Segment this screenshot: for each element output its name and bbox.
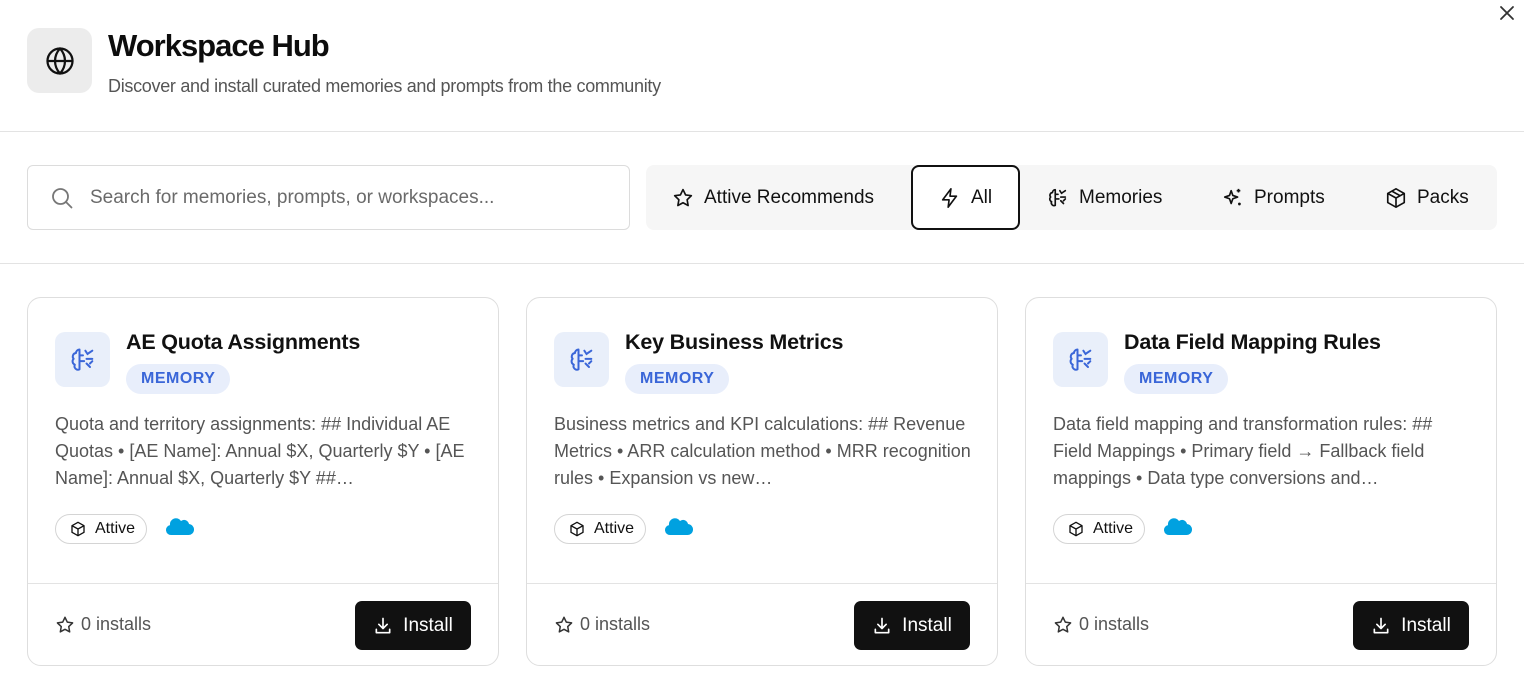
tab-label: All — [971, 186, 993, 208]
download-icon — [375, 617, 391, 633]
source-chip: Attive — [554, 514, 647, 544]
filter-tabs: Attive Recommends All Memories Prompts P… — [646, 165, 1497, 230]
toolbar: Attive Recommends All Memories Prompts P… — [0, 133, 1524, 264]
tab-label: Attive Recommends — [704, 186, 875, 208]
star-icon — [673, 188, 693, 206]
install-count-label: 0 installs — [81, 614, 152, 634]
salesforce-cloud-icon — [166, 518, 194, 536]
tab-packs[interactable]: Packs — [1385, 165, 1469, 230]
card-footer: 0 installs Install — [1026, 583, 1496, 665]
card-icon-tile — [1053, 332, 1108, 387]
card-title: Data Field Mapping Rules — [1124, 330, 1381, 354]
card-description: Quota and territory assignments: ## Indi… — [55, 414, 465, 488]
card-footer: 0 installs Install — [28, 583, 498, 665]
card-footer: 0 installs Install — [527, 583, 997, 665]
lightning-icon — [941, 187, 958, 208]
brain-icon — [71, 348, 93, 371]
install-button-label: Install — [902, 614, 952, 636]
search-box[interactable] — [27, 165, 630, 230]
card-icon-tile — [55, 332, 110, 387]
memory-card[interactable]: AE Quota Assignments MEMORY Quota and te… — [27, 297, 499, 666]
install-button-label: Install — [1401, 614, 1451, 636]
download-icon — [874, 617, 890, 633]
package-icon — [1069, 521, 1083, 537]
package-icon — [1386, 187, 1406, 208]
tab-prompts[interactable]: Prompts — [1222, 165, 1325, 230]
install-count: 0 installs — [55, 614, 151, 635]
search-icon — [52, 187, 73, 208]
type-badge: MEMORY — [1124, 364, 1229, 394]
brain-icon — [570, 348, 592, 371]
brain-icon — [1069, 348, 1091, 371]
install-count: 0 installs — [1053, 614, 1149, 635]
card-description: Data field mapping and transformation ru… — [1053, 414, 1433, 488]
star-icon — [56, 616, 74, 633]
package-icon — [71, 521, 85, 537]
type-badge: MEMORY — [126, 364, 231, 394]
salesforce-cloud-icon — [665, 518, 693, 536]
tab-memories[interactable]: Memories — [1047, 165, 1162, 230]
memory-card[interactable]: Key Business Metrics MEMORY Business met… — [526, 297, 998, 666]
source-label: Attive — [594, 520, 635, 537]
install-button-label: Install — [403, 614, 453, 636]
salesforce-cloud-icon — [1164, 518, 1192, 536]
card-description: Business metrics and KPI calculations: #… — [554, 414, 971, 488]
type-badge: MEMORY — [625, 364, 730, 394]
page-title: Workspace Hub — [108, 28, 330, 63]
install-count: 0 installs — [554, 614, 650, 635]
tab-label: Packs — [1417, 186, 1469, 208]
tab-all[interactable]: All — [911, 165, 1021, 230]
sparkles-icon — [1223, 188, 1241, 205]
page-header: Workspace Hub Discover and install curat… — [0, 0, 1524, 132]
card-title: Key Business Metrics — [625, 330, 844, 354]
source-label: Attive — [95, 520, 136, 537]
star-icon — [1054, 616, 1072, 633]
header-icon-tile — [27, 28, 92, 93]
install-button[interactable]: Install — [1353, 601, 1469, 650]
source-label: Attive — [1093, 520, 1134, 537]
install-count-label: 0 installs — [1079, 614, 1150, 634]
download-icon — [1373, 617, 1389, 633]
source-chip: Attive — [55, 514, 148, 544]
tab-label: Memories — [1079, 186, 1163, 208]
star-icon — [555, 616, 573, 633]
search-input[interactable] — [90, 186, 610, 209]
install-count-label: 0 installs — [580, 614, 651, 634]
memory-card[interactable]: Data Field Mapping Rules MEMORY Data fie… — [1025, 297, 1497, 666]
package-icon — [570, 521, 584, 537]
source-chip: Attive — [1053, 514, 1146, 544]
brain-icon — [1048, 188, 1067, 206]
install-button[interactable]: Install — [355, 601, 471, 650]
card-icon-tile — [554, 332, 609, 387]
tab-attive-recommends[interactable]: Attive Recommends — [672, 165, 874, 230]
tab-label: Prompts — [1254, 186, 1325, 208]
globe-icon — [45, 46, 74, 75]
card-title: AE Quota Assignments — [126, 330, 361, 354]
install-button[interactable]: Install — [854, 601, 970, 650]
page-subtitle: Discover and install curated memories an… — [108, 76, 661, 96]
